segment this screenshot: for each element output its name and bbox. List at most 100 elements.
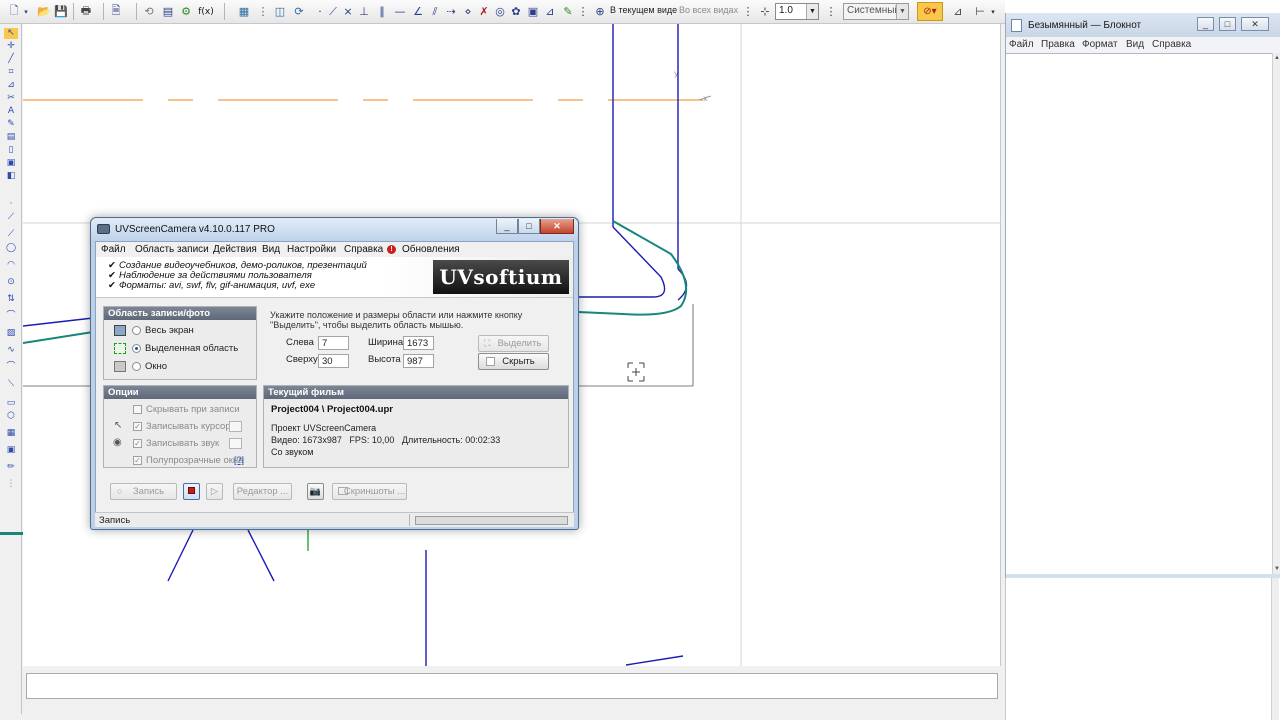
midpoint-icon[interactable]: ⋄ xyxy=(460,3,476,20)
edit-tool-icon[interactable]: ✎ xyxy=(4,119,18,130)
menu-view[interactable]: Вид xyxy=(262,244,280,255)
save-tool-icon[interactable]: ▣ xyxy=(4,158,18,169)
intersection-icon[interactable]: ⨯ xyxy=(340,3,356,20)
cursor-settings-button[interactable] xyxy=(229,421,242,432)
maximize-icon[interactable]: □ xyxy=(1219,17,1236,31)
brush-tool-icon[interactable]: ✏ xyxy=(4,462,18,473)
menu-edit[interactable]: Правка xyxy=(1041,39,1075,50)
uv-titlebar[interactable]: UVScreenCamera v4.10.0.117 PRO _ □ ✕ xyxy=(91,218,578,241)
menu-actions[interactable]: Действия xyxy=(213,244,257,255)
fillet-tool-icon[interactable]: ⌒ xyxy=(4,311,18,322)
select-area-button[interactable]: ⛶ Выделить xyxy=(478,335,549,352)
ellipse-tool-icon[interactable]: ⊙ xyxy=(4,277,18,288)
menu-settings[interactable]: Настройки xyxy=(287,244,336,255)
new-icon[interactable]: 🗋 xyxy=(6,3,22,20)
menu-file[interactable]: Файл xyxy=(101,244,126,255)
screenshots-button[interactable]: Скриншоты ... xyxy=(332,483,407,500)
parallel-icon[interactable]: ∥ xyxy=(374,3,390,20)
delete-icon[interactable]: ✗ xyxy=(476,3,492,20)
minimize-icon[interactable]: _ xyxy=(1197,17,1214,31)
arc-tool-icon[interactable]: ◠ xyxy=(4,260,18,271)
chamfer-tool-icon[interactable]: ⟍ xyxy=(4,379,18,390)
top-input[interactable]: 30 xyxy=(318,354,349,368)
notepad-text-area[interactable] xyxy=(1006,53,1272,574)
scroll-down-icon[interactable]: ▼ xyxy=(1274,566,1280,572)
menu-view[interactable]: Вид xyxy=(1126,39,1144,50)
segment-tool-icon[interactable]: ⟋ xyxy=(4,212,18,223)
point-tool-icon[interactable]: ✛ xyxy=(4,41,18,52)
dropdown-arrow-icon[interactable]: ▾ xyxy=(22,3,30,20)
open-icon[interactable]: 📂 xyxy=(36,3,52,20)
view-all-label[interactable]: Во всех видах xyxy=(679,5,738,15)
undo-icon[interactable]: ⟲ xyxy=(141,3,157,20)
left-input[interactable]: 7 xyxy=(318,336,349,350)
axis-icon[interactable]: ⊢ xyxy=(972,3,988,20)
maximize-icon[interactable]: □ xyxy=(518,219,540,234)
menu-help[interactable]: Справка xyxy=(1152,39,1191,50)
hide-checkbox[interactable] xyxy=(486,357,495,366)
scale-icon[interactable]: ⊹ xyxy=(757,3,773,20)
spline-tool-icon[interactable]: ∿ xyxy=(4,345,18,356)
hatch-tool-icon[interactable]: ▨ xyxy=(4,328,18,339)
menu-help[interactable]: Справка xyxy=(344,244,383,255)
snap-toggle-icon[interactable]: ⊘▾ xyxy=(917,2,943,21)
dot-tool-icon[interactable]: · xyxy=(4,199,18,210)
hide-button[interactable]: Скрыть xyxy=(478,353,549,370)
radio-window[interactable]: Окно xyxy=(114,360,244,374)
notepad-scrollbar[interactable]: ▲ ▼ xyxy=(1272,53,1280,574)
help-link[interactable]: [?] xyxy=(234,455,244,465)
dropdown-arrow-icon[interactable]: ▾ xyxy=(988,3,998,20)
sound-settings-button[interactable] xyxy=(229,438,242,449)
line-snap-icon[interactable]: ⟋ xyxy=(325,3,341,20)
more-icon[interactable]: ⋮ xyxy=(740,3,756,20)
layer-tool-icon[interactable]: ◧ xyxy=(4,171,18,182)
variables-icon[interactable]: ⚙ xyxy=(178,3,194,20)
table-tool-icon[interactable]: ▤ xyxy=(4,132,18,143)
dimension-icon[interactable]: ⊿ xyxy=(950,3,966,20)
menu-file[interactable]: Файл xyxy=(1009,39,1034,50)
gear-snap-icon[interactable]: ✿ xyxy=(508,3,524,20)
play-button[interactable]: ▷ xyxy=(206,483,223,500)
radio-button[interactable] xyxy=(132,362,141,371)
stop-button[interactable] xyxy=(183,483,200,500)
distance-icon[interactable]: ⇢ xyxy=(443,3,459,20)
close-icon[interactable]: ✕ xyxy=(540,219,574,234)
toolbar-options-icon[interactable]: ⋮ xyxy=(255,3,271,20)
line-tool-icon[interactable]: ╱ xyxy=(4,54,18,65)
polyline-tool-icon[interactable]: ⟋ xyxy=(4,229,18,240)
width-input[interactable]: 1673 xyxy=(403,336,434,350)
fx-icon[interactable]: f(x) xyxy=(195,3,217,20)
height-input[interactable]: 987 xyxy=(403,354,434,368)
screenshot-button[interactable]: 📷 xyxy=(307,483,324,500)
preview-icon[interactable]: 🗎 xyxy=(108,3,124,20)
parallel-tool-icon[interactable]: ⇅ xyxy=(4,294,18,305)
radio-button[interactable] xyxy=(132,344,141,353)
menu-format[interactable]: Формат xyxy=(1082,39,1118,50)
notepad-titlebar[interactable]: Безымянный — Блокнот _ □ ✕ xyxy=(1006,13,1280,37)
command-line[interactable] xyxy=(26,673,998,699)
scroll-up-icon[interactable]: ▲ xyxy=(1274,55,1280,61)
radio-selected-area[interactable]: Выделенная область xyxy=(114,342,244,356)
properties-icon[interactable]: ▤ xyxy=(160,3,176,20)
angle-icon[interactable]: ∠ xyxy=(410,3,426,20)
close-icon[interactable]: ✕ xyxy=(1241,17,1269,31)
record-button[interactable]: ○ Запись xyxy=(110,483,177,500)
tangent-icon[interactable]: ⊥ xyxy=(356,3,372,20)
align-icon[interactable]: ⫽ xyxy=(427,3,443,20)
view-current-label[interactable]: В текущем виде xyxy=(610,5,677,15)
refresh-icon[interactable]: ⟳ xyxy=(291,3,307,20)
line-style-select[interactable]: Системный ▼ xyxy=(843,3,909,20)
select-tool-icon[interactable]: ↖ xyxy=(4,28,18,39)
trim-tool-icon[interactable]: ✂ xyxy=(4,93,18,104)
record-sound-checkbox[interactable]: ✓ xyxy=(133,439,142,448)
grid-tool-icon[interactable]: ⌗ xyxy=(4,67,18,78)
menu-record-area[interactable]: Область записи xyxy=(135,244,209,255)
zoom-select[interactable]: 1.0 ▼ xyxy=(775,3,819,20)
editor-button[interactable]: Редактор ... xyxy=(233,483,292,500)
horizontal-icon[interactable]: — xyxy=(392,3,408,20)
layers-icon[interactable]: ◫ xyxy=(272,3,288,20)
more-tools-icon[interactable]: ⋮ xyxy=(4,479,18,490)
hide-on-record-checkbox[interactable] xyxy=(133,405,142,414)
radio-button[interactable] xyxy=(132,326,141,335)
circle-snap-icon[interactable]: ◎ xyxy=(492,3,508,20)
